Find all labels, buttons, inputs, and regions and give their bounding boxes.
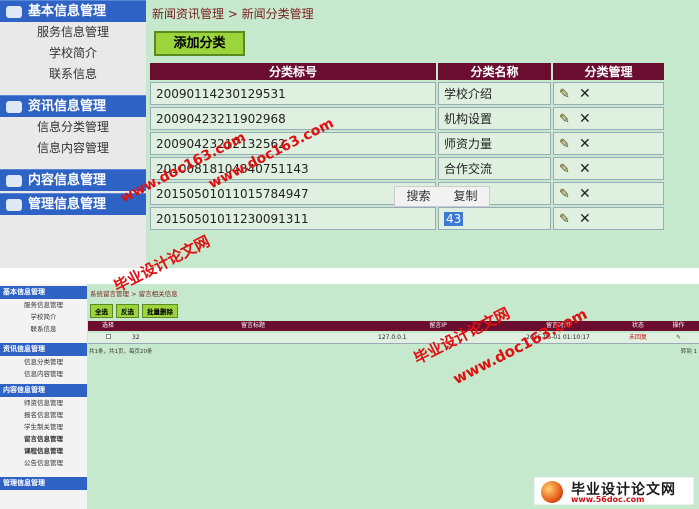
category-name: 师资力量 — [438, 132, 551, 155]
col-header-manage: 分类管理 — [553, 63, 664, 80]
delete-icon[interactable]: ✕ — [579, 161, 591, 177]
sidebar-item[interactable]: 信息分类管理 — [0, 356, 87, 368]
status-badge: 未回复 — [628, 334, 647, 341]
edit-icon[interactable]: ✎ — [559, 137, 571, 152]
pager-goto[interactable]: 转到 1 — [681, 347, 697, 355]
sidebar-item[interactable]: 课程信息管理 — [0, 445, 87, 457]
sidebar-item[interactable]: 师资信息管理 — [0, 397, 87, 409]
sidebar-item-category[interactable]: 信息分类管理 — [0, 117, 146, 138]
table-row: 20090114230129531 学校介绍 ✎ ✕ — [150, 82, 664, 105]
news-icon — [6, 100, 22, 113]
category-name: 机构设置 — [438, 107, 551, 130]
edit-icon[interactable]: ✎ — [658, 333, 699, 343]
message-title: 32 — [132, 334, 140, 341]
site-logo: 毕业设计论文网 www.56doc.com — [534, 477, 694, 505]
col-header: 留言标题 — [240, 322, 265, 329]
col-header-name: 分类名称 — [438, 63, 551, 80]
delete-icon[interactable]: ✕ — [579, 86, 591, 102]
sidebar-item[interactable]: 留言信息管理 — [0, 433, 87, 445]
edit-icon[interactable]: ✎ — [559, 187, 571, 202]
context-menu: 搜索 复制 — [394, 186, 490, 207]
table-row: 20090423211902968 机构设置 ✎ ✕ — [150, 107, 664, 130]
basic-icon — [6, 5, 22, 18]
table-header: 选择 留言标题 留言IP 留言时间 状态 操作 — [88, 321, 699, 331]
top-screenshot: 基本信息管理 服务信息管理 学校简介 联系信息 资讯信息管理 信息分类管理 信息… — [0, 0, 699, 268]
content-icon — [6, 174, 22, 187]
sidebar: 基本信息管理 服务信息管理 学校简介 联系信息 资讯信息管理 信息分类管理 信息… — [0, 0, 146, 268]
category-id: 20150501011230091311 — [150, 207, 436, 230]
col-header: 操作 — [672, 322, 685, 329]
sidebar-item[interactable]: 学生制关管理 — [0, 421, 87, 433]
sidebar-group-admin[interactable]: 管理信息管理 — [0, 477, 87, 490]
category-id: 20090114230129531 — [150, 82, 436, 105]
col-header: 选择 — [101, 322, 114, 329]
context-copy[interactable]: 复制 — [442, 187, 489, 206]
batch-delete-button[interactable]: 批量删除 — [142, 304, 178, 318]
pager-summary: 共1条，共1页，每页20条 — [89, 349, 153, 355]
category-name: 合作交流 — [438, 157, 551, 180]
category-id: 20090423211902968 — [150, 107, 436, 130]
sidebar-item-school-intro[interactable]: 学校简介 — [0, 43, 146, 64]
sidebar-item[interactable]: 学校简介 — [0, 311, 87, 323]
invert-select-button[interactable]: 反选 — [116, 304, 139, 318]
edit-icon[interactable]: ✎ — [559, 87, 571, 102]
category-name: 学校介绍 — [438, 82, 551, 105]
sidebar-group-news[interactable]: 资讯信息管理 — [0, 343, 87, 356]
logo-url: www.56doc.com — [571, 495, 645, 504]
edit-icon[interactable]: ✎ — [559, 162, 571, 177]
delete-icon[interactable]: ✕ — [579, 111, 591, 127]
delete-icon[interactable]: ✕ — [579, 186, 591, 202]
breadcrumb: 新闻资讯管理 > 新闻分类管理 — [152, 7, 314, 21]
table-row: 32 127.0.0.1 2015-05-01 01:10:17 未回复 ✎ — [88, 333, 699, 344]
logo-ball-icon — [541, 481, 563, 503]
sidebar-group-basic[interactable]: 基本信息管理 — [0, 0, 146, 22]
select-all-button[interactable]: 全选 — [90, 304, 113, 318]
col-header-id: 分类标号 — [150, 63, 436, 80]
sidebar-item-service[interactable]: 服务信息管理 — [0, 22, 146, 43]
admin-icon — [6, 198, 22, 211]
edit-icon[interactable]: ✎ — [559, 212, 571, 227]
breadcrumb: 系统留言管理 > 留言相关信息 — [90, 290, 178, 298]
sidebar-group-content[interactable]: 内容信息管理 — [0, 384, 87, 397]
sidebar-item-contact[interactable]: 联系信息 — [0, 64, 146, 85]
context-search[interactable]: 搜索 — [395, 187, 442, 206]
selected-text: 43 — [444, 211, 464, 226]
delete-icon[interactable]: ✕ — [579, 136, 591, 152]
sidebar-item[interactable]: 服务信息管理 — [0, 299, 87, 311]
bottom-screenshot: 基本信息管理 服务信息管理 学校简介 联系信息 资讯信息管理 信息分类管理 信息… — [0, 284, 699, 509]
sidebar-group-basic[interactable]: 基本信息管理 — [0, 286, 87, 299]
sidebar-item[interactable]: 信息内容管理 — [0, 368, 87, 380]
sidebar-item[interactable]: 报名信息管理 — [0, 409, 87, 421]
add-category-button[interactable]: 添加分类 — [154, 31, 245, 56]
sidebar-item[interactable]: 公告信息管理 — [0, 457, 87, 469]
delete-icon[interactable]: ✕ — [579, 211, 591, 227]
sidebar: 基本信息管理 服务信息管理 学校简介 联系信息 资讯信息管理 信息分类管理 信息… — [0, 284, 87, 509]
pagination: 共1条，共1页，每页20条 转到 1 — [89, 347, 697, 355]
col-header: 状态 — [631, 322, 644, 329]
sidebar-group-news[interactable]: 资讯信息管理 — [0, 95, 146, 117]
toolbar: 全选 反选 批量删除 — [90, 304, 178, 318]
table-row: 20150501011230091311 43 ✎ ✕ — [150, 207, 664, 230]
sidebar-item-content[interactable]: 信息内容管理 — [0, 138, 146, 159]
sidebar-item[interactable]: 联系信息 — [0, 323, 87, 335]
edit-icon[interactable]: ✎ — [559, 112, 571, 127]
row-checkbox[interactable] — [105, 334, 111, 339]
